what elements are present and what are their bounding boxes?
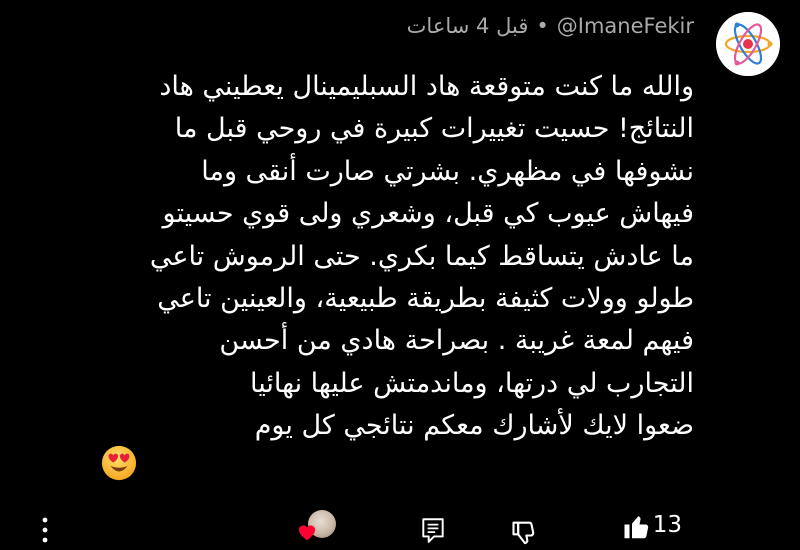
atom-logo-icon xyxy=(716,12,780,76)
comment-text: والله ما كنت متوقعة هاد السبليمينال يعطي… xyxy=(149,71,694,442)
heart-icon xyxy=(298,525,316,541)
comment-actions-bar: 13 xyxy=(0,500,800,550)
thumbs-down-icon[interactable] xyxy=(510,518,538,546)
like-count: 13 xyxy=(652,512,682,538)
reply-comment-icon[interactable] xyxy=(420,516,446,544)
more-vertical-icon[interactable] xyxy=(38,514,52,546)
comment-timestamp[interactable]: قبل 4 ساعات xyxy=(407,14,529,38)
thumbs-up-icon[interactable] xyxy=(622,512,652,542)
comment-card: @ImaneFekir • قبل 4 ساعات والله ما كنت م… xyxy=(0,0,800,550)
creator-heart-icon[interactable] xyxy=(298,510,342,541)
comment-meta: @ImaneFekir • قبل 4 ساعات xyxy=(407,14,694,38)
heart-eyes-face-emoji xyxy=(101,445,137,481)
author-avatar[interactable] xyxy=(716,12,780,76)
author-handle[interactable]: @ImaneFekir xyxy=(557,14,694,38)
meta-separator: • xyxy=(536,14,549,38)
